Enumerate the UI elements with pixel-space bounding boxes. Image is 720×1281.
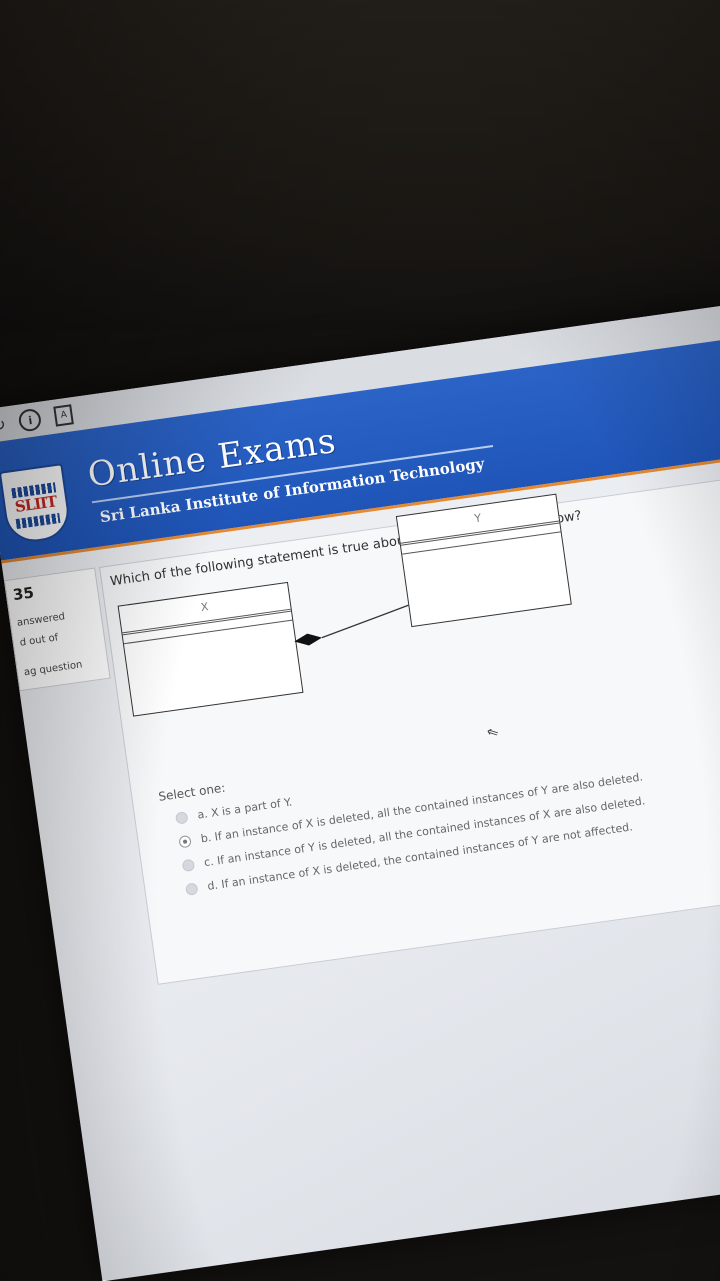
question-number: 35 [11,583,36,605]
option-b-radio[interactable] [178,834,192,848]
question-content: Which of the following statement is true… [99,479,720,985]
pdf-icon[interactable]: A [53,404,75,427]
flag-question-link[interactable]: ag question [23,659,83,678]
room-background [0,0,720,330]
select-one-label: Select one: [157,780,227,804]
question-marks: d out of [19,632,59,649]
association-line [321,604,409,639]
question-info-panel: 35 answered d out of ag question [3,567,111,692]
question-status: answered [16,611,66,629]
option-d-radio[interactable] [184,881,199,896]
logo-pattern-bottom [15,512,61,530]
tab-close-icon[interactable]: × [46,377,60,394]
option-a[interactable]: a. X is a part of Y. [174,795,293,825]
option-a-radio[interactable] [174,810,189,825]
browser-window: × ↻ i A SLIIT Online Exams Sri Lanka Ins… [0,301,720,1281]
monitor-screen: × ↻ i A SLIIT Online Exams Sri Lanka Ins… [0,301,720,1281]
mouse-cursor-icon: ⇖ [483,722,502,743]
composition-diamond-icon [294,633,323,646]
toolbar-icons: ↻ i A [0,403,75,436]
option-c-radio[interactable] [181,858,196,872]
info-icon[interactable]: i [17,407,43,433]
sliit-logo: SLIIT [0,463,73,546]
option-a-label: a. X is a part of Y. [196,795,293,822]
reload-icon[interactable]: ↻ [0,414,7,435]
